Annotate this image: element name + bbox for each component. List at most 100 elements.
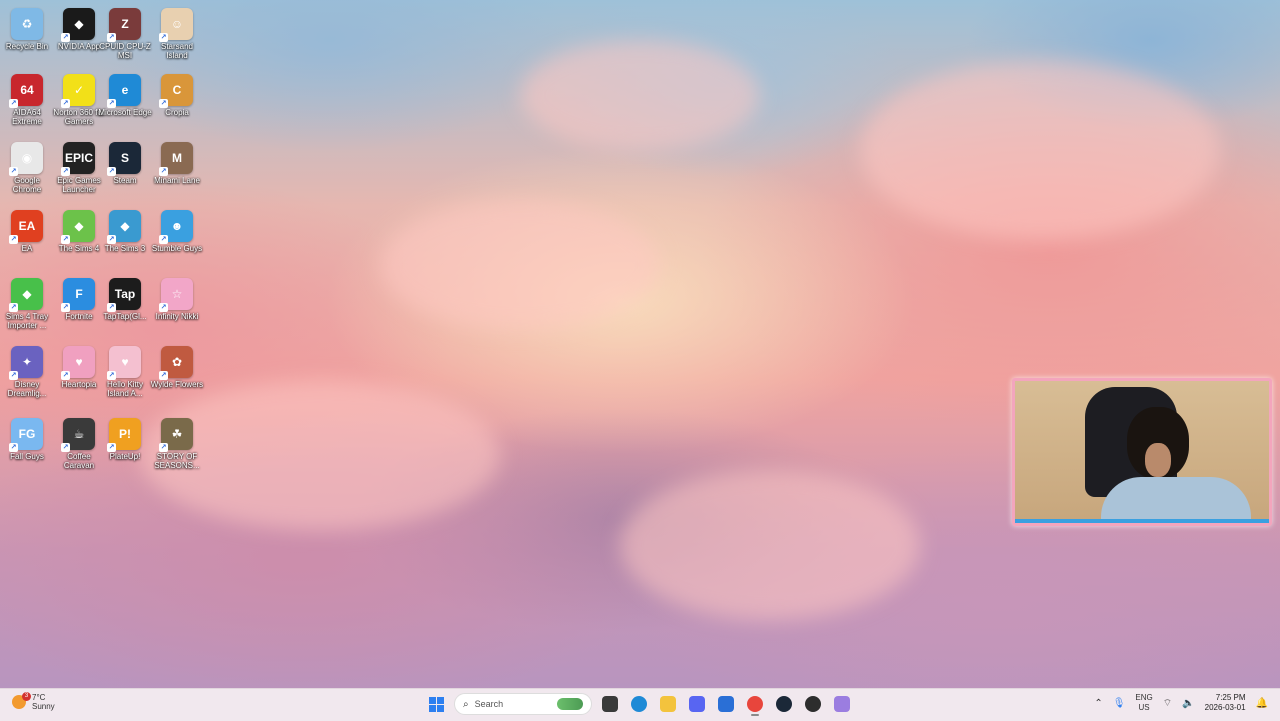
desktop-icon-label: PlateUp! [109,452,141,461]
shortcut-arrow-icon: ↗ [159,167,168,176]
taskbar: 3 7°C Sunny ⌕ Search ⌃ 🎙 ENG US ⌔ 🔈 7:25… [0,688,1280,721]
shortcut-arrow-icon: ↗ [61,371,70,380]
shortcut-arrow-icon: ↗ [159,99,168,108]
desktop-icon[interactable]: ◉ ↗ Google Chrome [0,136,54,194]
app-icon: ✿ ↗ [159,346,193,380]
desktop-icon-label: The Sims 3 [104,244,146,253]
search-placeholder: Search [474,699,504,709]
desktop-icon[interactable]: ☘ ↗ STORY OF SEASONS... [150,412,204,470]
desktop-icon-label: Cropia [165,108,189,117]
shortcut-arrow-icon: ↗ [9,99,18,108]
clock[interactable]: 7:25 PM 2026-03-01 [1205,693,1246,713]
desktop-icon-label: Microsoft Edge [98,108,152,117]
chevron-up-icon[interactable]: ⌃ [1094,698,1102,709]
bell-icon[interactable]: 🔔 [1256,698,1268,709]
desktop-icon[interactable]: ✦ ↗ Disney Dreamlig... [0,340,54,398]
desktop-icon-label: Hello Kitty Island A... [106,380,143,398]
desktop-icon[interactable]: ♥ ↗ Hello Kitty Island A... [98,340,152,398]
taskbar-app-twitch-studio[interactable] [830,692,854,716]
start-button[interactable] [424,692,448,716]
app-icon: ✦ ↗ [9,346,43,380]
microphone-icon[interactable]: 🎙 [1113,698,1126,709]
clock-time: 7:25 PM [1215,693,1246,702]
desktop-icon-label: Wylde Flowers [150,380,204,389]
desktop-icon[interactable]: FG ↗ Fall Guys [0,412,54,461]
app-icon: Z ↗ [107,8,141,42]
shortcut-arrow-icon: ↗ [159,371,168,380]
desktop-icon[interactable]: ◆ ↗ The Sims 3 [98,204,152,253]
app-icon: EPIC ↗ [61,142,95,176]
taskbar-app-file-explorer[interactable] [656,692,680,716]
microsoft-store-icon [718,696,734,712]
shortcut-arrow-icon: ↗ [9,167,18,176]
app-icon: ☘ ↗ [159,418,193,452]
taskbar-app-task-view[interactable] [598,692,622,716]
desktop-icon[interactable]: S ↗ Steam [98,136,152,185]
file-explorer-icon [660,696,676,712]
desktop-icon[interactable]: ✿ ↗ Wylde Flowers [150,340,204,389]
app-icon: P! ↗ [107,418,141,452]
desktop-icon[interactable]: 64 ↗ AIDA64 Extreme [0,68,54,126]
weather-widget[interactable]: 3 7°C Sunny [12,692,55,711]
desktop-icon[interactable]: ☻ ↗ Stumble Guys [150,204,204,253]
app-icon: ◆ ↗ [9,278,43,312]
desktop-icon-label: TapTap(Gl... [103,312,147,321]
app-icon: ◆ ↗ [107,210,141,244]
desktop-icon[interactable]: ☆ ↗ Infinity Nikki [150,272,204,321]
sun-icon: 3 [12,692,31,709]
shortcut-arrow-icon: ↗ [9,371,18,380]
shortcut-arrow-icon: ↗ [107,443,116,452]
desktop-icon[interactable]: ♻ Recycle Bin [0,2,54,51]
shortcut-arrow-icon: ↗ [159,235,168,244]
desktop-icon[interactable]: P! ↗ PlateUp! [98,412,152,461]
taskbar-app-chrome[interactable] [743,692,767,716]
shortcut-arrow-icon: ↗ [107,99,116,108]
desktop-icon-label: Infinity Nikki [155,312,199,321]
shortcut-arrow-icon: ↗ [61,443,70,452]
search-icon: ⌕ [463,698,469,710]
desktop-icon[interactable]: Z ↗ CPUID CPU-Z MSI [98,2,152,60]
desktop-icon-label: Steam [113,176,137,185]
windows-icon [428,696,444,712]
desktop-icon[interactable]: Tap ↗ TapTap(Gl... [98,272,152,321]
weather-condition: Sunny [32,702,55,711]
app-icon: ♻ [11,8,43,40]
system-tray: ⌃ 🎙 ENG US ⌔ 🔈 7:25 PM 2026-03-01 🔔 [1094,693,1268,713]
app-icon: Tap ↗ [107,278,141,312]
clock-date: 2026-03-01 [1204,703,1246,712]
taskbar-search[interactable]: ⌕ Search [454,693,592,715]
shortcut-arrow-icon: ↗ [9,303,18,312]
webcam-overlay [1012,378,1272,526]
desktop-icon-label: AIDA64 Extreme [12,108,42,126]
app-icon: 64 ↗ [9,74,43,108]
desktop-icon[interactable]: e ↗ Microsoft Edge [98,68,152,117]
desktop-icon-label: EA [21,244,33,253]
app-icon: ☆ ↗ [159,278,193,312]
desktop-icon[interactable]: EA ↗ EA [0,204,54,253]
desktop-icon-label: Stumble Guys [151,244,203,253]
desktop-icon[interactable]: ☺ ↗ Starsand Island [150,2,204,60]
shortcut-arrow-icon: ↗ [159,303,168,312]
shortcut-arrow-icon: ↗ [159,33,168,42]
volume-icon[interactable]: 🔈 [1182,698,1194,709]
app-icon: ◉ ↗ [9,142,43,176]
app-icon: S ↗ [107,142,141,176]
desktop-icon-label: Google Chrome [12,176,42,194]
desktop-icon[interactable]: M ↗ Minami Lane [150,136,204,185]
desktop-icon[interactable]: ◆ ↗ Sims 4 Tray Importer ... [0,272,54,330]
wifi-icon[interactable]: ⌔ [1163,697,1172,710]
app-icon: F ↗ [61,278,95,312]
shortcut-arrow-icon: ↗ [61,235,70,244]
taskbar-app-obs-app[interactable] [801,692,825,716]
shortcut-arrow-icon: ↗ [107,33,116,42]
desktop-icon[interactable]: C ↗ Cropia [150,68,204,117]
shortcut-arrow-icon: ↗ [107,167,116,176]
language-indicator[interactable]: ENG US [1135,693,1152,713]
taskbar-app-edge[interactable] [627,692,651,716]
desktop-icon-label: Recycle Bin [5,42,49,51]
app-icon: EA ↗ [9,210,43,244]
app-icon: ✓ ↗ [61,74,95,108]
taskbar-app-discord[interactable] [685,692,709,716]
taskbar-app-steam[interactable] [772,692,796,716]
taskbar-app-microsoft-store[interactable] [714,692,738,716]
